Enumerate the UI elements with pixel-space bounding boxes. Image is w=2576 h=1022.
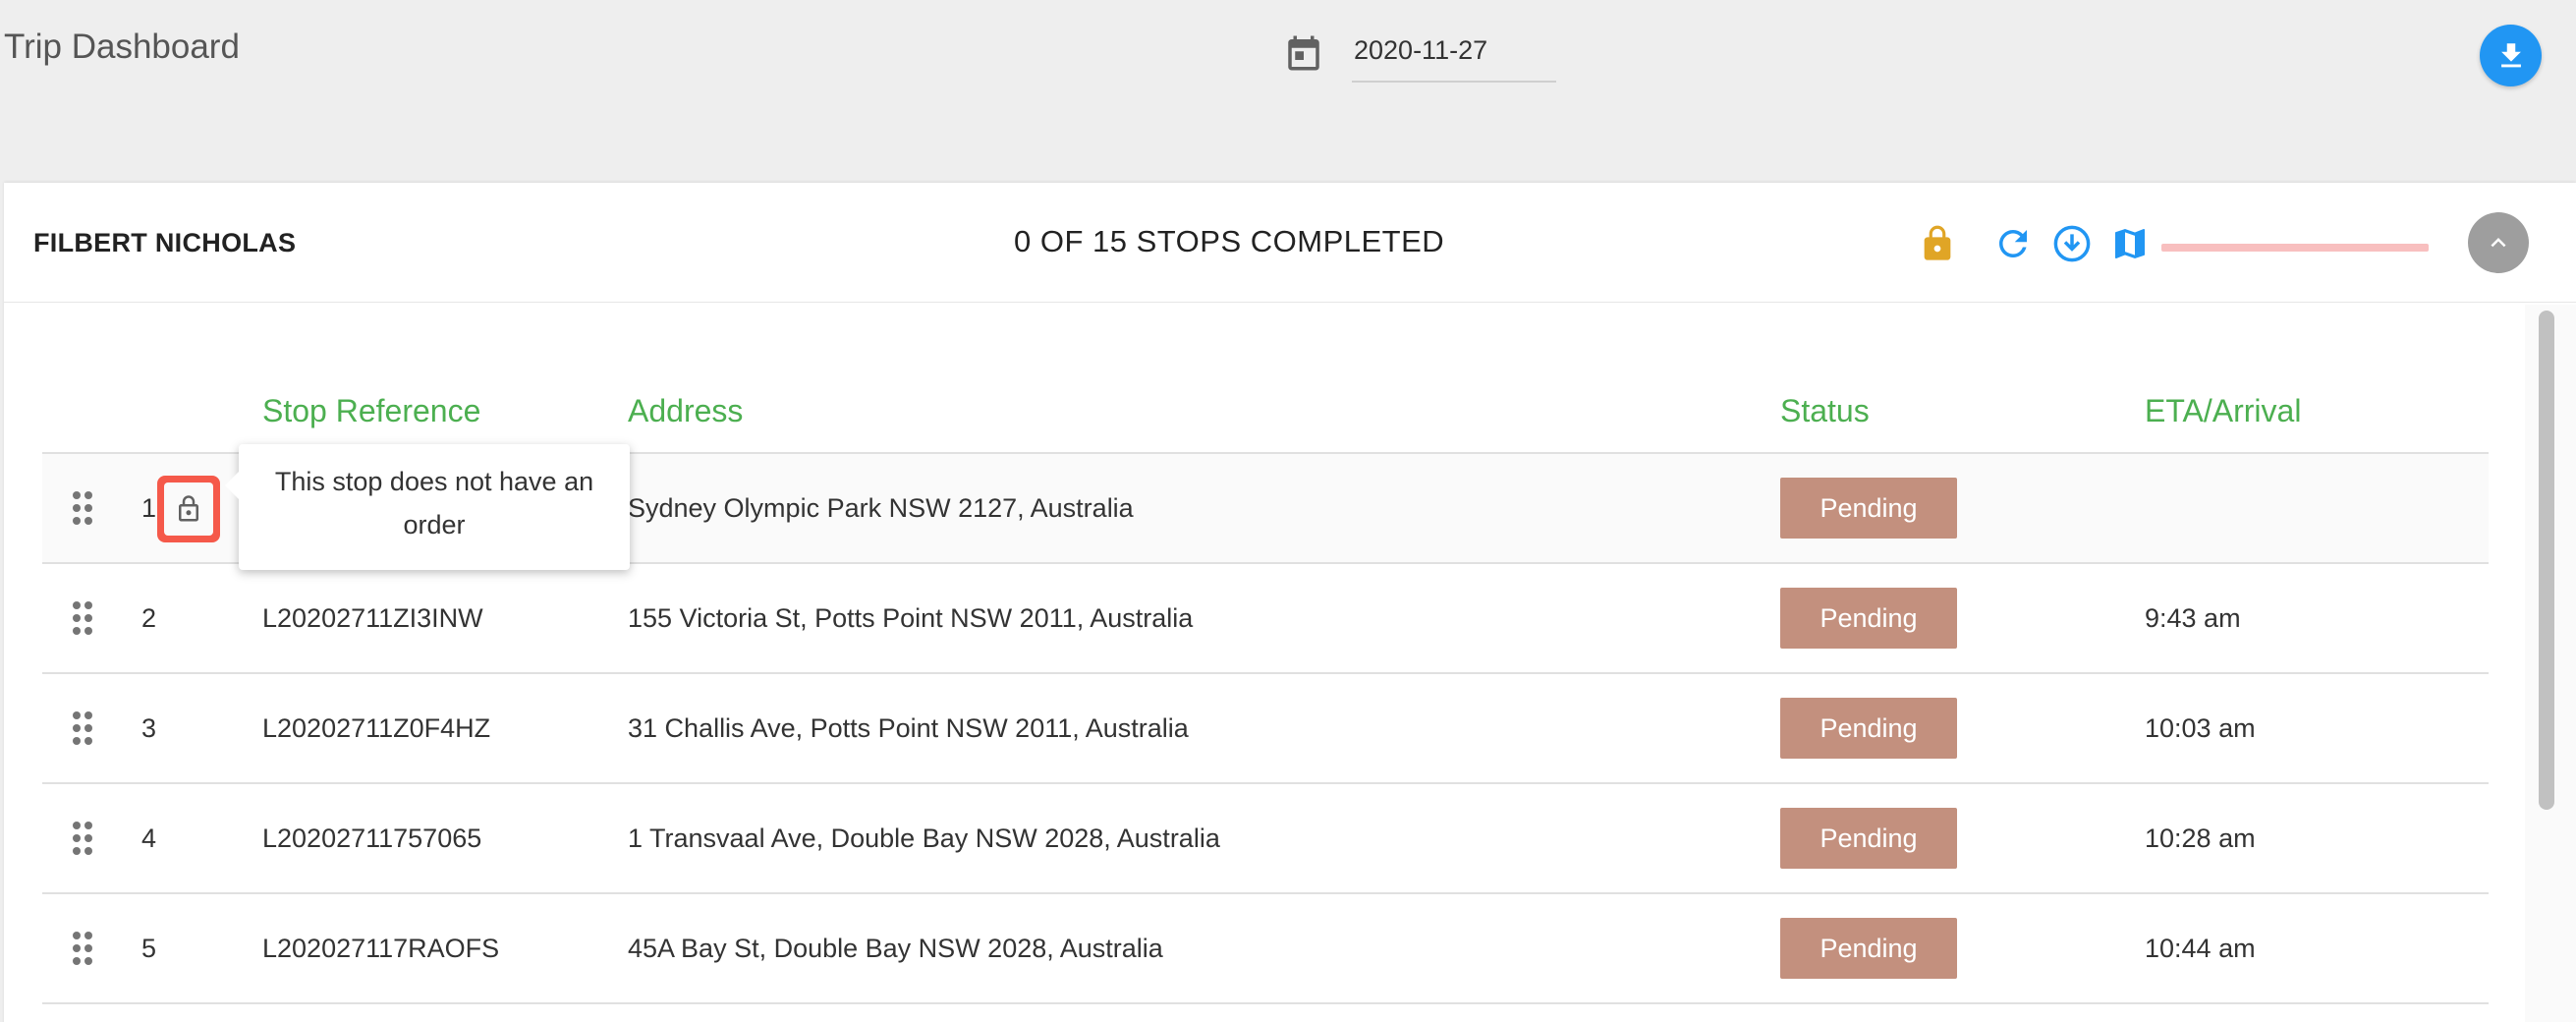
stop-eta: 10:44 am [2145, 933, 2256, 963]
row-number: 1 [141, 492, 157, 523]
status-badge: Pending [1780, 698, 1957, 759]
page-title: Trip Dashboard [4, 28, 240, 66]
tooltip: This stop does not have an order [225, 444, 630, 570]
stop-address: 1 Transvaal Ave, Double Bay NSW 2028, Au… [628, 823, 1220, 853]
status-badge: Pending [1780, 918, 1957, 979]
map-icon[interactable] [2110, 222, 2150, 270]
unlock-stop-button[interactable] [157, 476, 220, 542]
table-row[interactable]: 4 L20202711757065 1 Transvaal Ave, Doubl… [42, 784, 2489, 894]
drag-handle-icon[interactable] [72, 564, 93, 672]
stop-eta: 10:03 am [2145, 712, 2256, 743]
drag-handle-icon[interactable] [72, 894, 93, 1002]
lock-open-icon [179, 495, 198, 522]
table-header: Stop Reference Address Status ETA/Arriva… [42, 379, 2489, 454]
drag-handle-icon[interactable] [72, 784, 93, 892]
trip-card-header: FILBERT NICHOLAS 0 OF 15 STOPS COMPLETED [4, 183, 2576, 303]
chevron-up-icon [2491, 238, 2506, 248]
status-badge: Pending [1780, 588, 1957, 649]
driver-name: FILBERT NICHOLAS [33, 228, 297, 257]
download-button[interactable] [2480, 25, 2542, 86]
status-badge: Pending [1780, 808, 1957, 869]
table-row[interactable]: 3 L20202711Z0F4HZ 31 Challis Ave, Potts … [42, 674, 2489, 784]
calendar-icon[interactable] [1283, 30, 1324, 76]
trip-progress-bar [2161, 244, 2429, 252]
date-input[interactable]: 2020-11-27 [1352, 24, 1556, 83]
stop-eta: 10:28 am [2145, 823, 2256, 853]
stop-address: 45A Bay St, Double Bay NSW 2028, Austral… [628, 933, 1163, 963]
table-row[interactable]: 2 L20202711ZI3INW 155 Victoria St, Potts… [42, 564, 2489, 674]
row-number: 2 [141, 602, 157, 633]
stop-reference: L20202711757065 [262, 823, 482, 853]
row-number: 4 [141, 823, 157, 853]
stops-summary: 0 OF 15 STOPS COMPLETED [1014, 224, 1445, 258]
stop-address: 155 Victoria St, Potts Point NSW 2011, A… [628, 602, 1194, 633]
row-number: 5 [141, 933, 157, 963]
stop-eta: 9:43 am [2145, 602, 2241, 633]
table-row[interactable]: 5 L202027117RAOFS 45A Bay St, Double Bay… [42, 894, 2489, 1004]
drag-handle-icon[interactable] [72, 454, 93, 562]
stop-reference: L20202711Z0F4HZ [262, 712, 491, 743]
download-circle-icon[interactable] [2051, 222, 2093, 270]
row-number: 3 [141, 712, 157, 743]
refresh-icon[interactable] [1992, 222, 2034, 270]
stop-address: 31 Challis Ave, Potts Point NSW 2011, Au… [628, 712, 1189, 743]
stop-reference: L20202711ZI3INW [262, 602, 483, 633]
collapse-button[interactable] [2468, 212, 2529, 273]
col-address[interactable]: Address [628, 393, 743, 429]
date-picker[interactable]: 2020-11-27 [1283, 24, 1556, 83]
col-status[interactable]: Status [1780, 393, 1870, 429]
scrollbar-thumb[interactable] [2539, 311, 2554, 810]
download-icon [2500, 42, 2521, 67]
drag-handle-icon[interactable] [72, 674, 93, 782]
stop-reference: L202027117RAOFS [262, 933, 500, 963]
col-eta[interactable]: ETA/Arrival [2145, 393, 2301, 429]
lock-icon[interactable] [1918, 222, 1957, 270]
stop-address: Sydney Olympic Park NSW 2127, Australia [628, 492, 1134, 523]
col-stop-reference[interactable]: Stop Reference [262, 393, 480, 429]
trip-card: FILBERT NICHOLAS 0 OF 15 STOPS COMPLETED… [4, 183, 2576, 1022]
status-badge: Pending [1780, 478, 1957, 539]
